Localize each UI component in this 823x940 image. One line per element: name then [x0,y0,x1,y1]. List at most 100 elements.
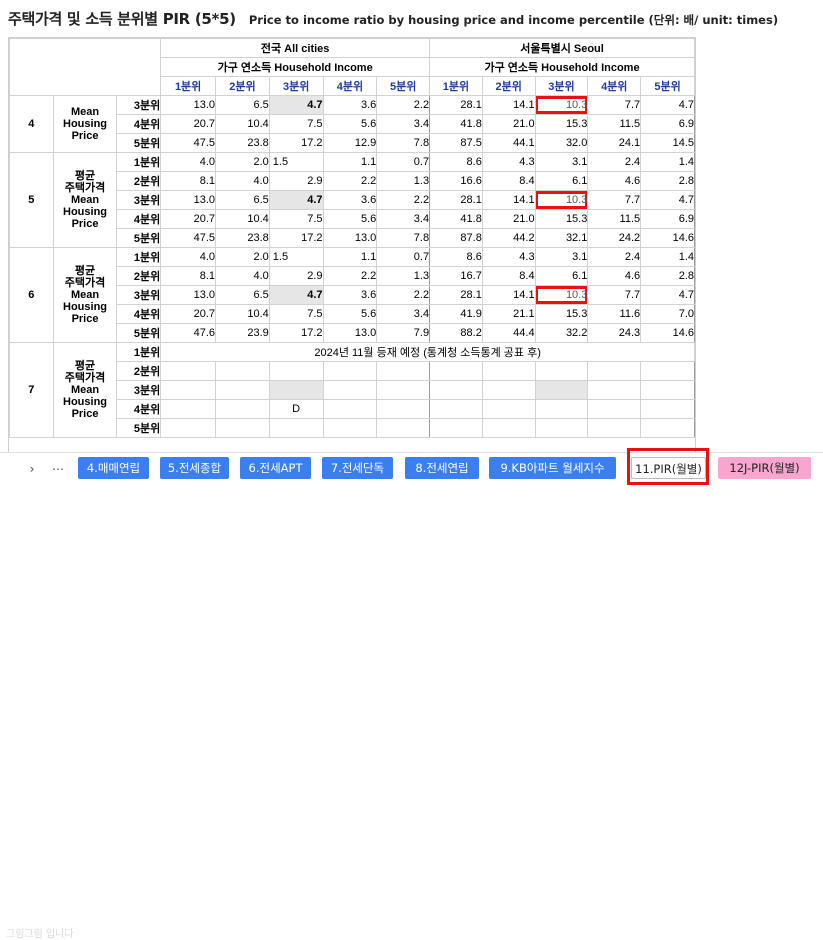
empty-cell[interactable] [376,418,431,438]
pir-value-cell[interactable]: 1.5 [268,152,324,172]
sheet-tab[interactable]: 4.매매연립 [78,457,149,479]
pir-value-cell[interactable]: 24.1 [587,133,642,153]
price-quintile-label[interactable]: 2분위 [116,171,162,191]
pir-value-cell[interactable]: 41.9 [429,304,483,324]
pir-value-cell[interactable]: 13.0 [322,228,378,248]
empty-cell[interactable] [640,399,695,419]
header-quintile[interactable]: 3분위 [534,76,589,96]
empty-cell[interactable] [587,399,642,419]
empty-cell[interactable] [268,361,324,381]
pir-value-cell[interactable]: 1.3 [376,266,431,286]
pir-value-cell[interactable]: 7.5 [268,304,324,324]
price-quintile-label[interactable]: 4분위 [116,304,162,324]
empty-cell[interactable] [587,361,642,381]
pir-value-cell[interactable]: 3.6 [322,285,378,305]
pir-value-cell[interactable]: 17.2 [268,323,324,343]
pir-value-cell[interactable]: 6.1 [534,171,589,191]
price-quintile-label[interactable]: 4분위 [116,209,162,229]
pir-value-cell[interactable]: 1.4 [640,152,695,172]
corner-blank[interactable] [9,38,162,96]
pir-value-cell[interactable]: 10.4 [215,114,270,134]
pir-value-cell[interactable]: 44.4 [481,323,536,343]
pir-value-cell[interactable]: 7.9 [376,323,431,343]
header-quintile[interactable]: 2분위 [481,76,536,96]
empty-cell[interactable] [322,418,378,438]
price-quintile-label[interactable]: 3분위 [116,285,162,305]
pir-value-cell[interactable]: 13.0 [160,95,216,115]
empty-cell[interactable] [376,399,431,419]
pir-value-cell[interactable]: 5.6 [322,209,378,229]
empty-cell[interactable] [640,361,695,381]
pir-value-cell[interactable]: 2.2 [376,190,431,210]
pir-value-cell[interactable]: 2.2 [376,95,431,115]
pir-value-cell[interactable]: 10.4 [215,209,270,229]
pir-value-cell[interactable]: 4.6 [587,266,642,286]
pir-value-cell[interactable]: 4.0 [160,152,216,172]
pir-value-cell[interactable]: 7.0 [640,304,695,324]
pir-value-cell[interactable]: 11.5 [587,114,642,134]
pir-value-cell[interactable]: 28.1 [429,190,483,210]
pir-value-cell[interactable]: 88.2 [429,323,483,343]
empty-cell[interactable] [160,361,216,381]
price-quintile-label[interactable]: 5분위 [116,228,162,248]
pir-value-cell[interactable]: 10.4 [215,304,270,324]
pir-value-cell[interactable]: 16.6 [429,171,483,191]
pir-value-cell[interactable]: 4.0 [215,266,270,286]
pir-value-cell[interactable]: 4.7 [640,95,695,115]
empty-cell[interactable] [429,418,483,438]
pir-value-cell[interactable]: 2.9 [268,266,324,286]
pir-value-cell[interactable]: 21.1 [481,304,536,324]
pir-value-cell[interactable]: 7.7 [587,95,642,115]
pir-value-cell[interactable]: 1.5 [268,247,324,267]
pir-value-cell[interactable]: 2.0 [215,247,270,267]
header-quintile[interactable]: 1분위 [429,76,483,96]
pir-value-cell[interactable]: 3.4 [376,304,431,324]
header-quintile[interactable]: 1분위 [160,76,216,96]
pir-value-cell[interactable]: 87.8 [429,228,483,248]
pir-value-cell[interactable]: 14.1 [481,95,536,115]
pir-value-cell[interactable]: 5.6 [322,114,378,134]
sheet-tab[interactable]: 9.KB아파트 월세지수 [489,457,616,479]
pir-value-cell[interactable]: 4.3 [481,247,536,267]
mean-housing-price-label[interactable]: Mean Housing Price [52,95,118,153]
pir-value-cell[interactable]: 12.9 [322,133,378,153]
pir-value-cell[interactable]: 6.5 [215,190,270,210]
pir-value-cell[interactable]: 8.1 [160,171,216,191]
pir-value-cell[interactable]: 4.3 [481,152,536,172]
price-quintile-label[interactable]: 5분위 [116,323,162,343]
empty-cell[interactable] [160,380,216,400]
empty-cell[interactable] [322,361,378,381]
pir-value-cell[interactable]: 2.0 [215,152,270,172]
next-sheet-arrow-icon[interactable]: › [22,459,42,479]
pir-value-cell[interactable]: 13.0 [160,285,216,305]
empty-cell[interactable] [534,418,589,438]
pir-value-cell[interactable]: 23.8 [215,133,270,153]
pir-value-cell[interactable]: 20.7 [160,209,216,229]
pending-note[interactable]: 2024년 11월 등재 예정 (통계청 소득통계 공표 후) [160,342,695,362]
header-quintile[interactable]: 4분위 [322,76,378,96]
header-national[interactable]: 전국 All cities [160,38,431,58]
header-quintile[interactable]: 4분위 [587,76,642,96]
empty-cell[interactable] [429,361,483,381]
pir-value-cell[interactable]: 47.5 [160,228,216,248]
price-quintile-label[interactable]: 3분위 [116,95,162,115]
empty-cell[interactable] [481,399,536,419]
empty-cell[interactable] [429,399,483,419]
pir-value-cell[interactable]: 2.2 [322,171,378,191]
sheet-tab[interactable]: 6.전세APT [240,457,311,479]
empty-cell[interactable] [429,380,483,400]
pir-value-cell[interactable]: 4.7 [268,95,324,115]
price-quintile-label[interactable]: 5분위 [116,418,162,438]
header-seoul[interactable]: 서울특별시 Seoul [429,38,695,58]
pir-value-cell[interactable]: 8.4 [481,171,536,191]
group-number[interactable]: 5 [9,152,54,248]
price-quintile-label[interactable]: 4분위 [116,399,162,419]
empty-cell[interactable] [481,418,536,438]
pir-value-cell[interactable]: 23.8 [215,228,270,248]
pir-value-cell[interactable]: 2.4 [587,152,642,172]
group-number[interactable]: 4 [9,95,54,153]
pir-value-cell[interactable]: 14.6 [640,323,695,343]
pir-value-cell[interactable]: 1.1 [322,152,378,172]
empty-cell[interactable] [160,399,216,419]
pir-value-cell[interactable]: 47.5 [160,133,216,153]
